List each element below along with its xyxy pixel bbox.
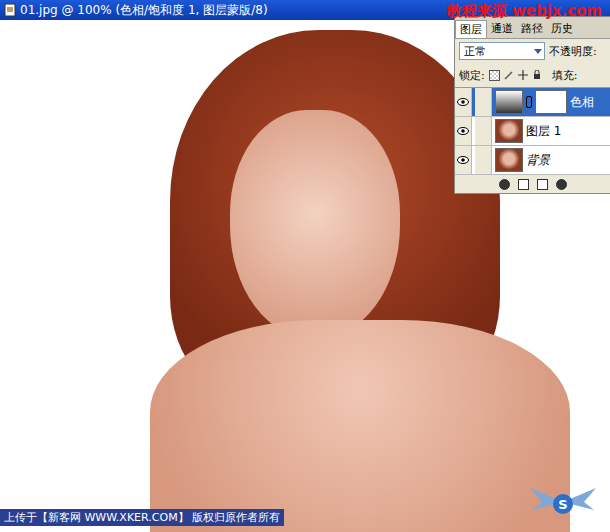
- new-group-icon[interactable]: [537, 179, 548, 190]
- panel-tab[interactable]: 路径: [517, 20, 547, 38]
- new-adjustment-icon[interactable]: [556, 179, 567, 190]
- brush-icon[interactable]: [504, 70, 514, 80]
- visibility-toggle[interactable]: [455, 117, 472, 145]
- eye-icon: [457, 98, 469, 106]
- lock-label: 锁定:: [459, 68, 485, 83]
- document-icon: [4, 3, 16, 17]
- mask-thumbnail: [535, 90, 567, 114]
- visibility-toggle[interactable]: [455, 88, 472, 116]
- panel-tabs: 图层通道路径历史: [455, 17, 610, 39]
- panel-tab[interactable]: 历史: [547, 20, 577, 38]
- chain-icon: [526, 96, 532, 108]
- visibility-toggle[interactable]: [455, 146, 472, 174]
- move-icon[interactable]: [518, 70, 528, 80]
- layers-panel: 图层通道路径历史 正常 不透明度: 锁定: 填充: 色相 图层 1 背景: [454, 16, 610, 194]
- eye-icon: [457, 127, 469, 135]
- layer-thumbnail: [495, 148, 523, 172]
- photoshop-window: 01.jpg @ 100% (色相/饱和度 1, 图层蒙版/8) 教程来源 we…: [0, 0, 610, 532]
- layer-style-icon[interactable]: [499, 179, 510, 190]
- window-title: 01.jpg @ 100% (色相/饱和度 1, 图层蒙版/8): [20, 2, 268, 19]
- panel-tab[interactable]: 图层: [455, 20, 487, 38]
- opacity-label: 不透明度:: [549, 44, 597, 59]
- fill-label: 填充:: [552, 68, 578, 83]
- layer-name: 图层 1: [526, 123, 561, 140]
- layer-row[interactable]: 色相: [455, 88, 610, 117]
- link-cell[interactable]: [475, 146, 492, 174]
- lock-icon[interactable]: [532, 70, 542, 80]
- logo-badge: S: [553, 494, 573, 514]
- watermark-text: 教程来源 webjx.com: [447, 2, 602, 21]
- layer-list: 色相 图层 1 背景: [455, 87, 610, 175]
- layer-row[interactable]: 图层 1: [455, 117, 610, 146]
- lock-row: 锁定: 填充:: [455, 63, 610, 87]
- blend-row: 正常 不透明度:: [455, 39, 610, 63]
- add-mask-icon[interactable]: [518, 179, 529, 190]
- panel-tab[interactable]: 通道: [487, 20, 517, 38]
- blend-mode-select[interactable]: 正常: [459, 42, 545, 60]
- link-cell[interactable]: [475, 88, 492, 116]
- link-cell[interactable]: [475, 117, 492, 145]
- upload-caption: 上传于【新客网 WWW.XKER.COM】 版权归原作者所有: [0, 509, 284, 526]
- layer-name: 背景: [526, 152, 550, 169]
- layer-row[interactable]: 背景: [455, 146, 610, 175]
- eye-icon: [457, 156, 469, 164]
- layer-name: 色相: [570, 94, 594, 111]
- layer-thumbnail: [495, 119, 523, 143]
- panel-toolbar: [455, 175, 610, 193]
- site-logo: S: [528, 480, 598, 528]
- lock-transparency-icon[interactable]: [489, 70, 500, 81]
- adjustment-thumbnail: [495, 90, 523, 114]
- dropdown-arrow-icon: [534, 49, 542, 54]
